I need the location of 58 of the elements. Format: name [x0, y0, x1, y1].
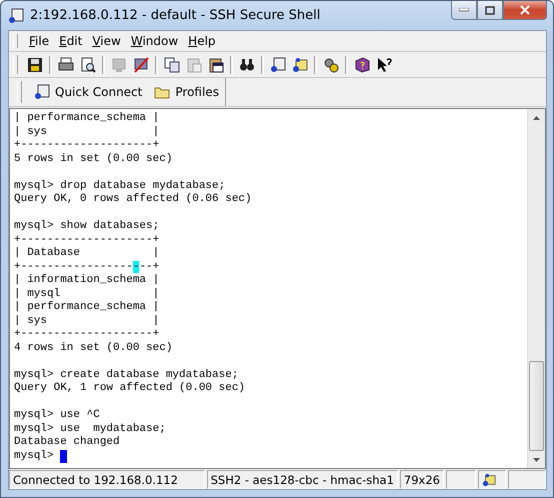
terminal-icon: [111, 56, 127, 72]
scroll-down-icon[interactable]: [533, 458, 540, 462]
copy-icon: [164, 56, 180, 72]
terminal-line: | mysql |: [14, 288, 160, 301]
clipboard-icon: [208, 56, 224, 72]
terminal-line: mysql> use mydatabase;: [14, 422, 167, 436]
scroll-thumb[interactable]: [529, 361, 544, 451]
menu-item[interactable]: Window: [126, 34, 184, 48]
status-connection: Connected to 192.168.0.112: [9, 470, 205, 489]
status-size: 79x26: [400, 470, 444, 489]
terminal-line: 5 rows in set (0.00 sec): [14, 152, 174, 166]
terminal-line: 4 rows in set (0.00 sec): [14, 342, 174, 355]
menu-item[interactable]: Help: [183, 34, 221, 48]
terminal-line: mysql> show databases;: [14, 220, 160, 234]
app-icon: [8, 8, 24, 24]
terminal-line: Query OK, 1 row affected (0.00 sec): [14, 382, 246, 396]
terminal-line: | sys |: [14, 126, 160, 139]
terminal-line: +--------------------+: [14, 139, 160, 152]
crossed-terminal-icon: [133, 56, 149, 72]
size-grip-cell: [508, 470, 546, 489]
status-cell: [446, 470, 476, 489]
terminal-line: mysql> create database mydatabase;: [14, 368, 240, 382]
menu-item[interactable]: Edit: [54, 34, 88, 48]
maximize-button[interactable]: [477, 1, 503, 20]
printer-icon: [58, 56, 74, 72]
terminal-line: | performance_schema |: [14, 112, 160, 126]
terminal-line: +--------------------+: [14, 328, 160, 342]
minimize-icon: [459, 8, 469, 12]
terminal-line: +--------------------+: [14, 260, 160, 274]
terminal-line: mysql> use ^C: [14, 409, 101, 422]
terminal-line: mysql> drop database mydatabase;: [14, 180, 226, 193]
scroll-up-icon[interactable]: [533, 116, 540, 120]
minimize-button[interactable]: [451, 1, 477, 20]
terminal-line: mysql>: [14, 450, 527, 463]
status-cipher: SSH2 - aes128-cbc - hmac-sha1: [206, 470, 398, 489]
close-icon: [520, 5, 530, 15]
terminal-line: +--------------------+: [14, 234, 160, 247]
terminal-line: Database changed: [14, 436, 121, 450]
terminal-line: | performance_schema |: [14, 301, 160, 314]
profiles-button[interactable]: Profiles: [148, 84, 225, 100]
menu-item[interactable]: View: [87, 34, 126, 48]
new-terminal-icon: [270, 56, 286, 72]
window-title: 2:192.168.0.112 - default - SSH Secure Shell: [30, 8, 322, 23]
terminal-line: | information_schema |: [14, 274, 160, 288]
binoculars-icon: [239, 56, 255, 72]
close-button[interactable]: [503, 1, 547, 20]
quick-connect-button[interactable]: Quick Connect: [28, 84, 148, 100]
terminal-line: Query OK, 0 rows affected (0.06 sec): [14, 193, 253, 206]
menu-item[interactable]: File: [24, 34, 54, 48]
terminal-line: | Database |: [14, 247, 160, 260]
print-preview-icon: [80, 56, 96, 72]
scrollbar[interactable]: [527, 109, 545, 468]
maximize-icon: [485, 6, 495, 14]
context-help-icon: [376, 56, 392, 72]
new-terminal-icon: [34, 84, 50, 100]
help-book-icon: [354, 56, 370, 72]
paste-icon: [186, 56, 202, 72]
terminal-line: | sys |: [14, 314, 160, 328]
